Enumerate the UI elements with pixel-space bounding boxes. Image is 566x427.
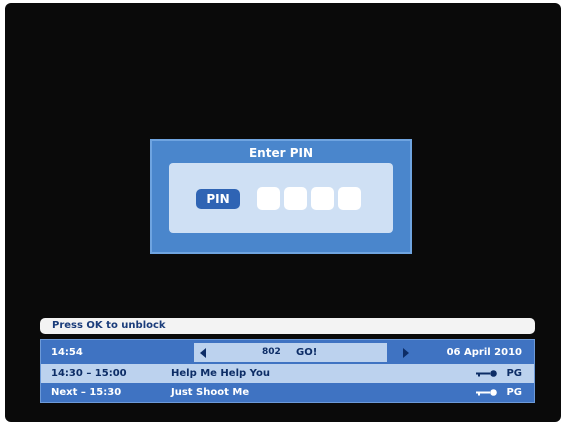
pin-digit-3[interactable]: [311, 187, 334, 210]
pin-digit-1[interactable]: [257, 187, 280, 210]
pin-label: PIN: [196, 189, 240, 209]
channel-name: GO!: [296, 347, 318, 358]
now-time: 14:30 – 15:00: [51, 368, 127, 379]
next-title: Just Shoot Me: [171, 387, 250, 398]
channel-number: 802: [262, 347, 281, 357]
previous-channel-icon[interactable]: [200, 348, 206, 358]
date: 06 April 2010: [446, 347, 522, 358]
now-programme-row[interactable]: 14:30 – 15:00 Help Me Help You PG: [41, 364, 534, 383]
channel-selector: 802 GO!: [194, 343, 409, 362]
next-time: Next – 15:30: [51, 387, 122, 398]
pin-digit-boxes: [257, 187, 361, 210]
now-rating: PG: [506, 368, 522, 379]
key-icon: [476, 389, 497, 396]
pin-digit-2[interactable]: [284, 187, 307, 210]
programme-info-banner: 14:54 802 GO! 06 April 2010 14:30 – 15:0…: [40, 339, 535, 403]
unblock-message: Press OK to unblock: [40, 318, 535, 334]
pin-dialog: Enter PIN PIN: [150, 139, 412, 254]
channel-row: 14:54 802 GO! 06 April 2010: [41, 343, 534, 362]
pin-dialog-title: Enter PIN: [248, 146, 313, 160]
tv-screen: Enter PIN PIN Press OK to unblock 14:54 …: [5, 3, 561, 422]
next-channel-icon[interactable]: [403, 348, 409, 358]
next-programme-row[interactable]: Next – 15:30 Just Shoot Me PG: [41, 383, 534, 402]
key-icon: [476, 370, 497, 377]
now-title: Help Me Help You: [171, 368, 270, 379]
clock: 14:54: [51, 347, 83, 358]
pin-entry-panel: PIN: [169, 163, 393, 233]
next-rating: PG: [506, 387, 522, 398]
pin-digit-4[interactable]: [338, 187, 361, 210]
